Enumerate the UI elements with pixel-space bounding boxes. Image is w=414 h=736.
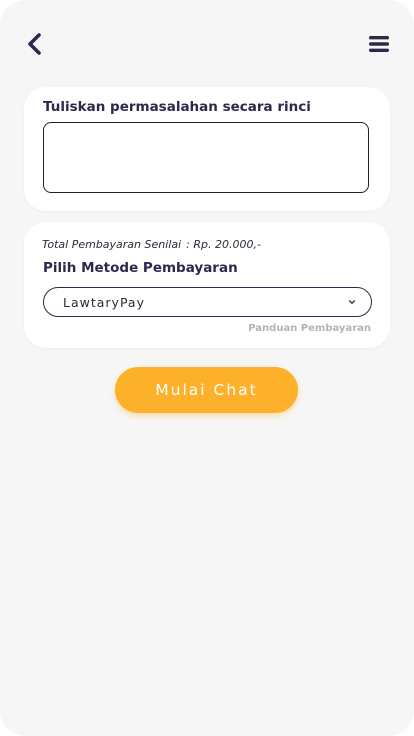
payment-total-label: Total Pembayaran Senilai xyxy=(42,238,182,251)
problem-textarea[interactable] xyxy=(43,122,369,193)
chevron-down-icon xyxy=(348,300,356,304)
payment-card: Total Pembayaran Senilai : Rp. 20.000,- P… xyxy=(24,222,390,348)
problem-label: Tuliskan permasalahan secara rinci xyxy=(43,99,311,115)
payment-method-selected: LawtaryPay xyxy=(63,294,145,310)
top-bar xyxy=(0,0,414,88)
payment-total: Total Pembayaran Senilai : Rp. 20.000,- xyxy=(42,238,261,251)
hamburger-menu-icon xyxy=(369,36,389,52)
payment-total-value: : Rp. 20.000,- xyxy=(186,238,261,251)
payment-method-select[interactable]: LawtaryPay xyxy=(43,287,372,317)
problem-card: Tuliskan permasalahan secara rinci xyxy=(24,87,390,211)
start-chat-button[interactable]: Mulai Chat xyxy=(115,367,298,413)
screen: Tuliskan permasalahan secara rinci Total… xyxy=(0,0,414,736)
back-button[interactable] xyxy=(22,30,48,58)
menu-button[interactable] xyxy=(366,32,392,56)
payment-method-label: Pilih Metode Pembayaran xyxy=(43,260,238,276)
chevron-left-icon xyxy=(28,33,41,55)
payment-guide-link[interactable]: Panduan Pembayaran xyxy=(248,323,371,334)
